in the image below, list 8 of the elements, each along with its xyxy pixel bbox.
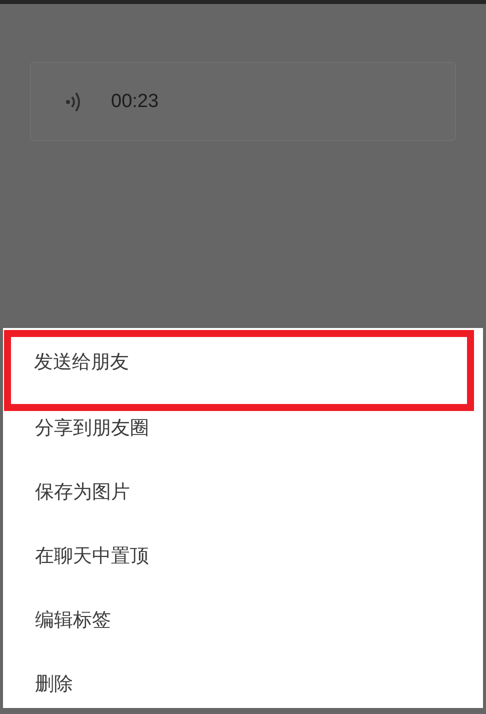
menu-item[interactable]: 发送给朋友 <box>4 330 474 411</box>
menu-item[interactable]: 保存为图片 <box>3 475 483 539</box>
voice-duration: 00:23 <box>111 90 159 112</box>
sound-wave-icon <box>65 92 81 112</box>
menu-item[interactable]: 删除 <box>3 667 483 708</box>
menu-item[interactable]: 编辑标签 <box>3 603 483 667</box>
menu-item[interactable]: 分享到朋友圈 <box>3 411 483 475</box>
menu-item[interactable]: 在聊天中置顶 <box>3 539 483 603</box>
